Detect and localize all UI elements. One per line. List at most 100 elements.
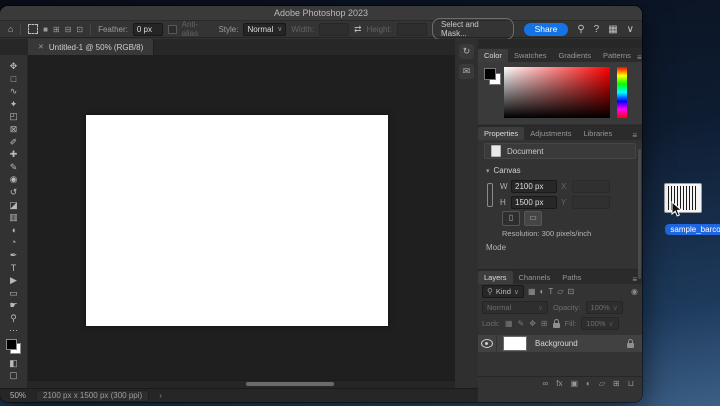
filter-kind-dropdown[interactable]: Kind	[482, 285, 524, 298]
lock-all-icon[interactable]	[552, 319, 560, 328]
comments-panel-icon[interactable]: ✉	[459, 64, 474, 79]
link-layers-icon[interactable]: ∞	[543, 378, 549, 389]
hand-tool[interactable]: ☛	[6, 299, 22, 312]
foreground-background-colors[interactable]	[6, 339, 21, 355]
opacity-dropdown[interactable]: 100%	[585, 301, 623, 314]
move-tool[interactable]: ✥	[6, 60, 22, 73]
search-icon[interactable]: ⚲	[577, 24, 584, 35]
brush-tool[interactable]: ✎	[6, 161, 22, 174]
horizontal-scrollbar[interactable]	[28, 380, 455, 388]
canvas-x-input[interactable]	[572, 179, 610, 193]
height-input[interactable]	[396, 22, 427, 36]
quick-mask-icon[interactable]: ◧	[6, 357, 22, 369]
dodge-tool[interactable]: ◔	[6, 236, 22, 249]
pen-tool[interactable]: ✒	[6, 249, 22, 262]
document-tab[interactable]: ✕ Untitled-1 @ 50% (RGB/8)	[28, 39, 155, 55]
subtract-from-selection-icon[interactable]: ⊟	[65, 25, 72, 34]
tab-color[interactable]: Color	[478, 49, 508, 62]
link-dimensions-icon[interactable]	[487, 183, 493, 207]
panel-scrollbar[interactable]	[638, 149, 641, 279]
path-selection-tool[interactable]: ▶	[6, 274, 22, 287]
lock-transparent-pixels-icon[interactable]: ▦	[505, 318, 513, 329]
object-selection-tool[interactable]: ✦	[6, 98, 22, 111]
frame-tool[interactable]: ⊠	[6, 123, 22, 136]
new-adjustment-layer-icon[interactable]: ◐	[586, 378, 591, 389]
feather-input[interactable]: 0 px	[132, 22, 163, 36]
add-to-selection-icon[interactable]: ⊞	[53, 25, 60, 34]
intersect-selection-icon[interactable]: ⊡	[76, 25, 83, 34]
screen-mode-icon[interactable]: ▢	[6, 369, 22, 381]
color-panel-swatches[interactable]	[484, 68, 501, 85]
chevron-down-icon[interactable]: ∨	[627, 24, 634, 35]
horizontal-scrollbar-thumb[interactable]	[246, 382, 334, 386]
new-layer-icon[interactable]: ⊞	[613, 378, 620, 389]
history-panel-icon[interactable]: ↻	[459, 44, 474, 59]
document-canvas[interactable]	[86, 115, 388, 326]
workspace-icon[interactable]: ▦	[608, 24, 617, 35]
blend-mode-dropdown[interactable]: Normal	[482, 301, 548, 314]
eraser-tool[interactable]: ◪	[6, 199, 22, 212]
gradient-tool[interactable]: ▥	[6, 211, 22, 224]
select-and-mask-button[interactable]: Select and Mask...	[431, 18, 514, 40]
eyedropper-tool[interactable]: ✐	[6, 136, 22, 149]
saturation-brightness-picker[interactable]	[504, 67, 610, 118]
anti-alias-checkbox[interactable]	[167, 24, 177, 34]
tab-patterns[interactable]: Patterns	[597, 49, 637, 62]
blur-tool[interactable]: ◖	[6, 224, 22, 237]
canvas-width-input[interactable]: 2100 px	[511, 179, 557, 193]
history-brush-tool[interactable]: ↺	[6, 186, 22, 199]
desktop-file-barcode-icon[interactable]	[664, 183, 702, 213]
layer-visibility-cell[interactable]	[478, 335, 497, 352]
tab-gradients[interactable]: Gradients	[552, 49, 597, 62]
filter-type-layers-icon[interactable]: T	[548, 286, 553, 297]
delete-layer-icon[interactable]: ⊔	[628, 378, 634, 389]
close-tab-icon[interactable]: ✕	[38, 43, 44, 51]
width-input[interactable]	[319, 22, 350, 36]
rectangular-marquee-tool[interactable]: □	[6, 73, 22, 86]
clone-stamp-tool[interactable]: ◉	[6, 173, 22, 186]
foreground-color-swatch[interactable]	[484, 68, 496, 80]
rectangle-tool[interactable]: ▭	[6, 287, 22, 300]
filter-adjustment-layers-icon[interactable]: ◐	[540, 286, 545, 297]
document-properties-row[interactable]: Document	[484, 143, 636, 159]
share-button[interactable]: Share	[523, 22, 569, 36]
edit-toolbar-icon[interactable]: ⋯	[6, 324, 22, 336]
layer-row-background[interactable]: Background	[478, 335, 642, 352]
home-icon[interactable]: ⌂	[8, 24, 13, 34]
window-titlebar[interactable]: Adobe Photoshop 2023	[0, 6, 642, 21]
style-dropdown[interactable]: Normal	[243, 22, 287, 36]
layer-effects-icon[interactable]: fx	[556, 378, 562, 389]
filter-shape-layers-icon[interactable]: ▱	[557, 286, 563, 297]
canvas-section-header[interactable]: Canvas	[486, 166, 521, 175]
canvas-area[interactable]	[28, 55, 455, 388]
panel-menu-icon[interactable]: ≡	[637, 53, 642, 62]
type-tool[interactable]: T	[6, 262, 22, 275]
filter-pixel-layers-icon[interactable]: ▦	[528, 286, 536, 297]
zoom-level-input[interactable]: 50%	[10, 391, 26, 400]
landscape-orientation-button[interactable]: ▭	[524, 211, 542, 226]
lock-artboard-icon[interactable]: ⊞	[541, 318, 548, 329]
filter-smart-objects-icon[interactable]: ⊡	[567, 286, 574, 297]
status-chevron-icon[interactable]: ›	[159, 391, 162, 400]
eye-icon[interactable]	[481, 339, 493, 348]
tab-swatches[interactable]: Swatches	[508, 49, 553, 62]
lock-position-icon[interactable]: ✥	[529, 318, 536, 329]
spot-healing-brush-tool[interactable]: ✚	[6, 148, 22, 161]
lasso-tool[interactable]: ∿	[6, 85, 22, 98]
fill-dropdown[interactable]: 100%	[581, 317, 619, 330]
add-layer-mask-icon[interactable]: ▣	[570, 378, 578, 389]
swap-dimensions-icon[interactable]: ⇄	[354, 24, 362, 34]
foreground-color-swatch[interactable]	[6, 339, 17, 351]
canvas-height-input[interactable]: 1500 px	[511, 195, 557, 209]
active-tool-icon[interactable]	[28, 24, 39, 34]
help-icon[interactable]: ?	[594, 24, 600, 35]
hue-slider[interactable]	[617, 67, 627, 118]
zoom-tool[interactable]: ⚲	[6, 312, 22, 325]
new-selection-icon[interactable]: ■	[43, 25, 48, 34]
new-group-icon[interactable]: ▱	[599, 378, 605, 389]
layer-filter-toggle[interactable]: ◉	[631, 287, 638, 296]
lock-image-pixels-icon[interactable]: ✎	[518, 318, 525, 329]
canvas-y-input[interactable]	[572, 195, 610, 209]
portrait-orientation-button[interactable]: ▯	[502, 211, 520, 226]
crop-tool[interactable]: ◰	[6, 110, 22, 123]
